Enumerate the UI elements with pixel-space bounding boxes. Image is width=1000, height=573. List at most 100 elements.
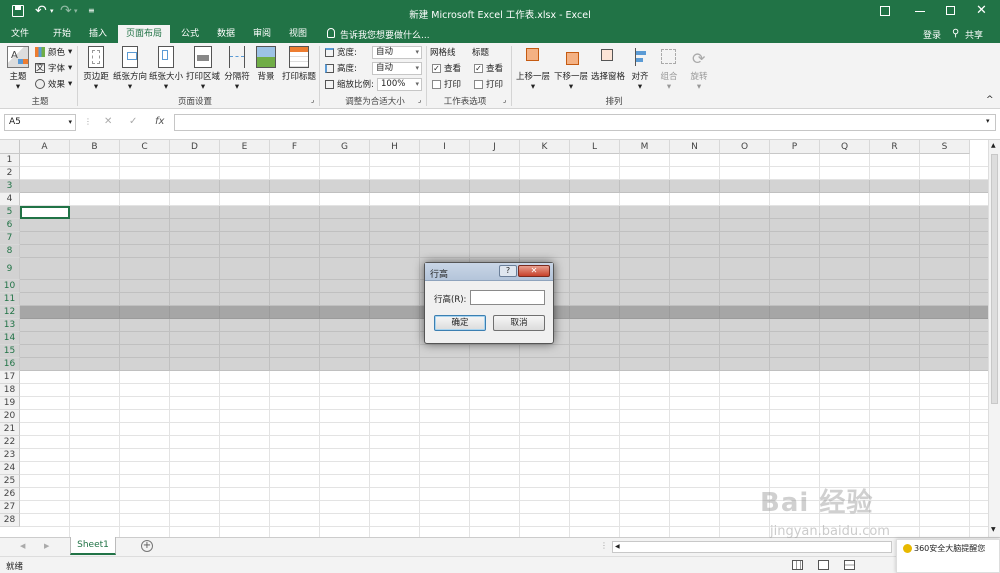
row-header[interactable]: 27: [0, 501, 20, 514]
tab-split-handle[interactable]: ⋮: [600, 541, 608, 550]
column-header[interactable]: R: [870, 140, 920, 154]
row-header[interactable]: 10: [0, 280, 20, 293]
row-header[interactable]: 13: [0, 319, 20, 332]
scroll-sheets-right-icon[interactable]: ▶: [44, 542, 49, 550]
share-button[interactable]: 共享: [965, 28, 983, 41]
selection-pane-button[interactable]: 选择窗格: [590, 46, 626, 82]
active-cell[interactable]: [20, 206, 70, 219]
row-header[interactable]: 14: [0, 332, 20, 345]
tab-view[interactable]: 视图: [282, 25, 314, 43]
confirm-entry-icon[interactable]: ✓: [129, 116, 137, 127]
sheet-options-launcher-icon[interactable]: ⌟: [503, 96, 506, 104]
row-header[interactable]: 15: [0, 345, 20, 358]
insert-function-icon[interactable]: fx: [155, 116, 164, 127]
row-header[interactable]: 21: [0, 423, 20, 436]
row-header[interactable]: 18: [0, 384, 20, 397]
row-header[interactable]: 2: [0, 167, 20, 180]
group-button[interactable]: 组合 ▾: [654, 46, 684, 92]
row-header[interactable]: 7: [0, 232, 20, 245]
row-header[interactable]: 8: [0, 245, 20, 258]
scroll-up-icon[interactable]: ▲: [991, 142, 996, 149]
row-header[interactable]: 23: [0, 449, 20, 462]
horizontal-scrollbar[interactable]: ◀: [612, 541, 892, 553]
tab-insert[interactable]: 插入: [82, 25, 114, 43]
security-popup[interactable]: 360安全大脑提醒您: [896, 539, 1000, 573]
size-button[interactable]: 纸张大小 ▾: [148, 46, 184, 92]
row-header[interactable]: 6: [0, 219, 20, 232]
close-window-icon[interactable]: ✕: [976, 3, 987, 18]
tab-page-layout[interactable]: 页面布局: [118, 25, 170, 43]
maximize-icon[interactable]: [946, 6, 955, 15]
login-link[interactable]: 登录: [923, 28, 941, 41]
page-layout-view-icon[interactable]: [818, 560, 829, 570]
column-header[interactable]: P: [770, 140, 820, 154]
send-backward-button[interactable]: 下移一层 ▾: [552, 46, 590, 92]
fonts-button[interactable]: 文 字体 ▾: [35, 62, 72, 74]
scale-spinner[interactable]: 100%: [377, 78, 422, 91]
help-button[interactable]: ?: [499, 265, 517, 277]
scroll-left-icon[interactable]: ◀: [615, 543, 620, 550]
themes-button[interactable]: A 主题 ▾: [4, 46, 32, 92]
column-header[interactable]: J: [470, 140, 520, 154]
margins-button[interactable]: 页边距 ▾: [80, 46, 112, 92]
row-header[interactable]: 17: [0, 371, 20, 384]
column-header[interactable]: Q: [820, 140, 870, 154]
name-box[interactable]: A5 ▾: [4, 114, 76, 131]
column-header[interactable]: S: [920, 140, 970, 154]
row-header[interactable]: 1: [0, 154, 20, 167]
gridlines-view-checkbox[interactable]: ✓ 查看: [432, 62, 461, 74]
rotate-button[interactable]: ⟳ 旋转 ▾: [684, 46, 714, 92]
page-break-view-icon[interactable]: [844, 560, 855, 570]
column-header[interactable]: H: [370, 140, 420, 154]
column-header[interactable]: A: [20, 140, 70, 154]
row-header[interactable]: 12: [0, 306, 20, 319]
row-header[interactable]: 3: [0, 180, 20, 193]
select-all-corner[interactable]: [0, 140, 20, 154]
row-header[interactable]: 4: [0, 193, 20, 206]
row-header[interactable]: 22: [0, 436, 20, 449]
tab-home[interactable]: 开始: [46, 25, 78, 43]
tell-me-input[interactable]: 告诉我您想要做什么...: [340, 28, 430, 41]
column-header[interactable]: N: [670, 140, 720, 154]
colors-button[interactable]: 颜色 ▾: [35, 46, 72, 58]
column-header[interactable]: B: [70, 140, 120, 154]
column-header[interactable]: K: [520, 140, 570, 154]
column-header[interactable]: E: [220, 140, 270, 154]
row-header[interactable]: 9: [0, 258, 20, 280]
row-header[interactable]: 16: [0, 358, 20, 371]
scroll-down-icon[interactable]: ▼: [991, 526, 996, 533]
headings-view-checkbox[interactable]: ✓ 查看: [474, 62, 503, 74]
scale-launcher-icon[interactable]: ⌟: [418, 96, 421, 104]
print-titles-button[interactable]: 打印标题: [280, 46, 318, 82]
cancel-button[interactable]: 取消: [493, 315, 545, 331]
cancel-entry-icon[interactable]: ✕: [104, 116, 112, 127]
expand-formula-bar-icon[interactable]: ▾: [986, 117, 990, 125]
align-button[interactable]: 对齐 ▾: [626, 46, 654, 92]
column-header[interactable]: O: [720, 140, 770, 154]
width-select[interactable]: 自动: [372, 46, 422, 59]
tab-data[interactable]: 数据: [210, 25, 242, 43]
vertical-scroll-thumb[interactable]: [991, 154, 998, 404]
row-header[interactable]: 11: [0, 293, 20, 306]
dialog-close-button[interactable]: ✕: [518, 265, 550, 277]
bring-forward-button[interactable]: 上移一层 ▾: [514, 46, 552, 92]
row-header[interactable]: 5: [0, 206, 20, 219]
share-user-icon[interactable]: ⚲: [952, 28, 962, 39]
collapse-ribbon-icon[interactable]: ^: [986, 95, 994, 105]
scroll-sheets-left-icon[interactable]: ◀: [20, 542, 25, 550]
breaks-button[interactable]: 分隔符 ▾: [222, 46, 252, 92]
normal-view-icon[interactable]: [792, 560, 803, 570]
tab-formulas[interactable]: 公式: [174, 25, 206, 43]
column-header[interactable]: C: [120, 140, 170, 154]
orientation-button[interactable]: 纸张方向 ▾: [112, 46, 148, 92]
column-header[interactable]: M: [620, 140, 670, 154]
row-header[interactable]: 24: [0, 462, 20, 475]
effects-button[interactable]: 效果 ▾: [35, 78, 72, 90]
name-box-dropdown-icon[interactable]: ▾: [68, 115, 72, 130]
tab-file[interactable]: 文件: [4, 25, 36, 43]
height-select[interactable]: 自动: [372, 62, 422, 75]
ribbon-display-icon[interactable]: [880, 6, 890, 16]
row-header[interactable]: 20: [0, 410, 20, 423]
minimize-icon[interactable]: [915, 11, 925, 12]
column-header[interactable]: D: [170, 140, 220, 154]
